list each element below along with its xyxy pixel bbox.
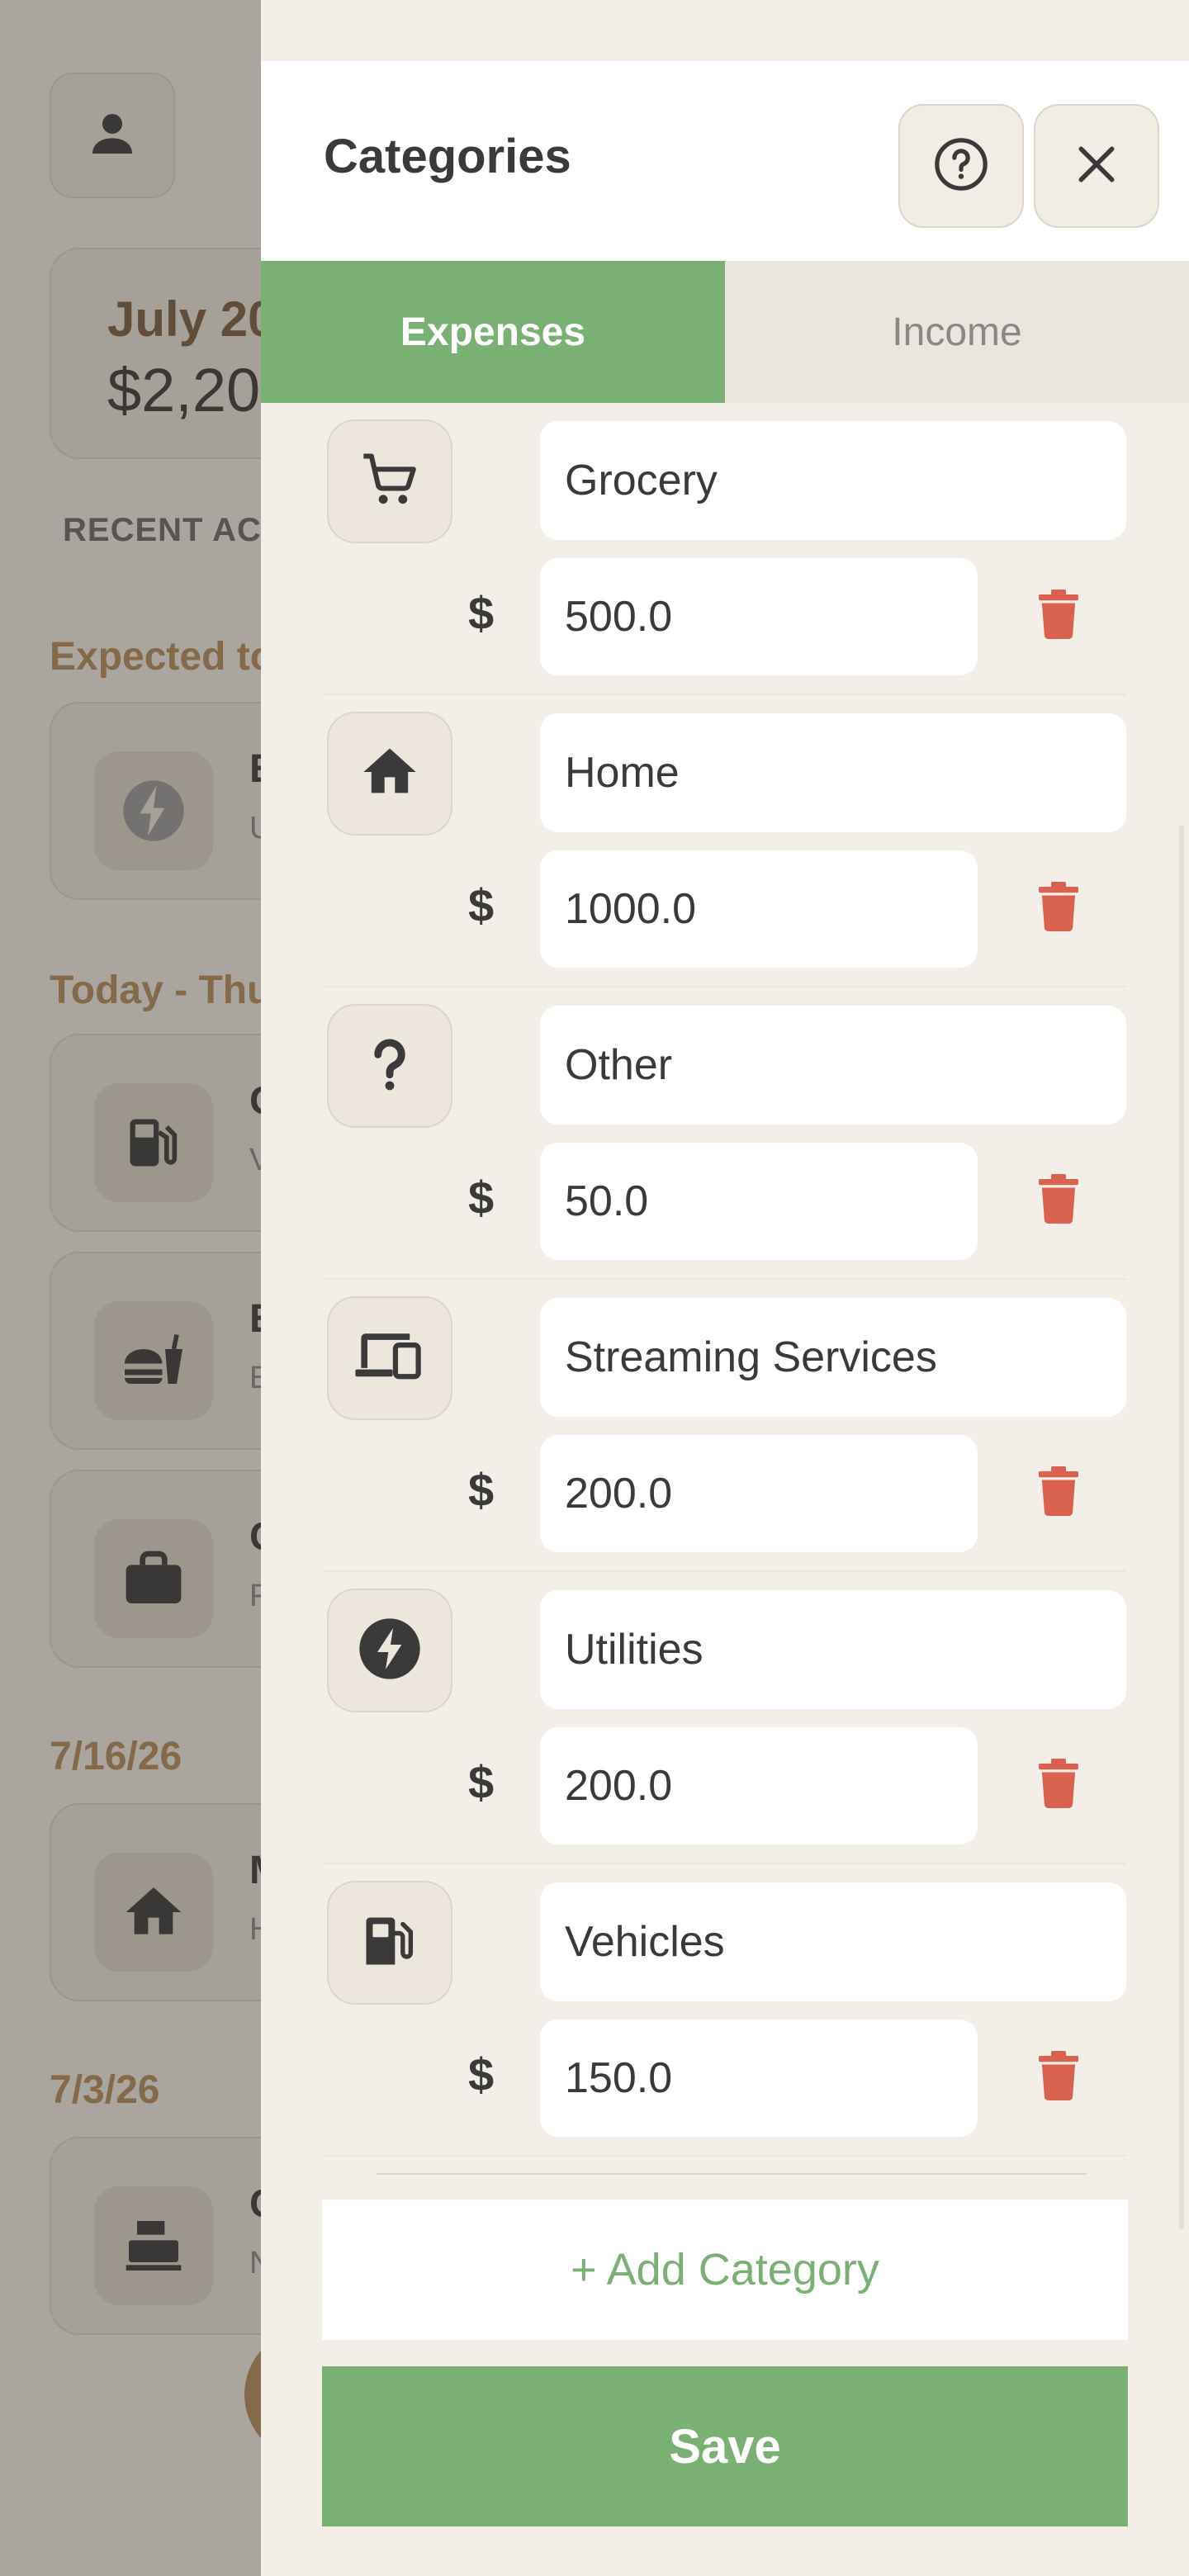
currency-symbol: $ xyxy=(468,879,495,931)
trash-icon xyxy=(1039,589,1078,644)
currency-symbol: $ xyxy=(468,1756,495,1808)
divider xyxy=(377,2173,1087,2175)
category-icon-button[interactable] xyxy=(327,1881,452,2005)
trash-icon xyxy=(1039,1466,1078,1521)
delete-category-button[interactable] xyxy=(1034,1755,1083,1815)
delete-category-button[interactable] xyxy=(1034,878,1083,938)
category-icon-button[interactable] xyxy=(327,1589,452,1712)
add-category-button[interactable]: + Add Category xyxy=(322,2200,1128,2340)
cart-icon xyxy=(358,448,421,515)
category-row: Other $ 50.0 xyxy=(324,987,1126,1280)
home-icon xyxy=(358,741,421,807)
category-row: Grocery $ 500.0 xyxy=(324,403,1126,695)
category-budget-input[interactable]: 200.0 xyxy=(540,1727,978,1844)
currency-symbol: $ xyxy=(468,1172,495,1224)
trash-icon xyxy=(1039,1758,1078,1813)
save-button[interactable]: Save xyxy=(322,2366,1128,2526)
currency-symbol: $ xyxy=(468,1464,495,1516)
category-budget-input[interactable]: 150.0 xyxy=(540,2020,978,2137)
category-row: Streaming Services $ 200.0 xyxy=(324,1280,1126,1572)
trash-icon xyxy=(1039,881,1078,936)
lightning-icon xyxy=(357,1616,423,1686)
categories-sheet: Categories Expenses Income Grocery $ 500… xyxy=(261,0,1189,2576)
category-list: Grocery $ 500.0 Home $ 1000.0 Other $ 50… xyxy=(324,403,1126,2157)
category-row: Utilities $ 200.0 xyxy=(324,1572,1126,1864)
category-icon-button[interactable] xyxy=(327,1004,452,1128)
help-circle-icon xyxy=(932,135,990,197)
delete-category-button[interactable] xyxy=(1034,1463,1083,1522)
currency-symbol: $ xyxy=(468,2048,495,2100)
category-budget-input[interactable]: 200.0 xyxy=(540,1435,978,1552)
category-budget-input[interactable]: 50.0 xyxy=(540,1143,978,1260)
category-name-input[interactable]: Streaming Services xyxy=(540,1298,1126,1417)
category-name-input[interactable]: Vehicles xyxy=(540,1882,1126,2001)
category-budget-input[interactable]: 1000.0 xyxy=(540,850,978,968)
delete-category-button[interactable] xyxy=(1034,2048,1083,2107)
tab-expenses[interactable]: Expenses xyxy=(261,261,725,403)
category-row: Vehicles $ 150.0 xyxy=(324,1864,1126,2157)
question-icon xyxy=(358,1033,421,1100)
currency-symbol: $ xyxy=(468,587,495,639)
tab-bar: Expenses Income xyxy=(261,261,1189,403)
category-icon-button[interactable] xyxy=(327,419,452,543)
tab-income[interactable]: Income xyxy=(725,261,1189,403)
close-button[interactable] xyxy=(1034,104,1159,228)
category-name-input[interactable]: Grocery xyxy=(540,421,1126,540)
category-budget-input[interactable]: 500.0 xyxy=(540,558,978,675)
category-icon-button[interactable] xyxy=(327,712,452,836)
sheet-header: Categories xyxy=(261,61,1189,261)
trash-icon xyxy=(1039,1173,1078,1229)
devices-icon xyxy=(353,1319,427,1398)
category-name-input[interactable]: Other xyxy=(540,1006,1126,1125)
scrollbar[interactable] xyxy=(1179,826,1184,2229)
delete-category-button[interactable] xyxy=(1034,586,1083,646)
delete-category-button[interactable] xyxy=(1034,1171,1083,1230)
category-name-input[interactable]: Utilities xyxy=(540,1590,1126,1709)
sheet-title: Categories xyxy=(324,130,571,183)
help-button[interactable] xyxy=(898,104,1024,228)
trash-icon xyxy=(1039,2050,1078,2105)
close-icon xyxy=(1073,141,1120,192)
fuel-icon xyxy=(358,1910,421,1977)
category-row: Home $ 1000.0 xyxy=(324,695,1126,987)
category-name-input[interactable]: Home xyxy=(540,713,1126,832)
category-icon-button[interactable] xyxy=(327,1296,452,1420)
